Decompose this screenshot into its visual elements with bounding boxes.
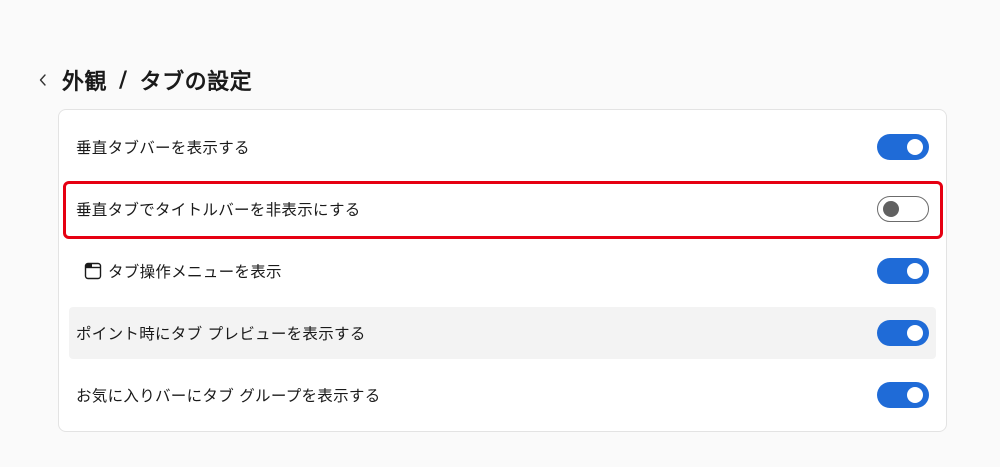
breadcrumb-current: タブの設定 — [139, 70, 253, 95]
setting-row-tab-actions-menu[interactable]: タブ操作メニューを表示 — [69, 245, 936, 297]
toggle-switch-on[interactable] — [877, 134, 929, 160]
setting-label: 垂直タブバーを表示する — [76, 139, 250, 157]
toggle-knob — [907, 263, 923, 279]
chevron-left-icon — [39, 74, 46, 86]
setting-label: お気に入りバーにタブ グループを表示する — [76, 387, 381, 405]
page-header: 外観 / タブの設定 — [34, 60, 252, 100]
toggle-knob — [883, 200, 899, 217]
breadcrumb-parent: 外観 — [62, 70, 108, 95]
settings-page: 外観 / タブの設定 垂直タブバーを表示する 垂直タブでタイトルバーを非表示にす… — [0, 0, 1000, 467]
page-title: 外観 / タブの設定 — [62, 64, 252, 96]
toggle-switch-on[interactable] — [877, 320, 929, 346]
toggle-knob — [907, 387, 923, 403]
toggle-knob — [907, 325, 923, 341]
tab-window-icon — [84, 262, 102, 280]
back-button[interactable] — [34, 68, 52, 92]
setting-row-tab-groups-favorites[interactable]: お気に入りバーにタブ グループを表示する — [69, 369, 936, 421]
setting-row-hide-title-bar[interactable]: 垂直タブでタイトルバーを非表示にする — [69, 183, 936, 235]
setting-label: タブ操作メニューを表示 — [108, 263, 282, 281]
setting-label: ポイント時にタブ プレビューを表示する — [76, 325, 366, 343]
toggle-switch-on[interactable] — [877, 258, 929, 284]
setting-label: 垂直タブでタイトルバーを非表示にする — [76, 201, 361, 219]
toggle-switch-off[interactable] — [877, 196, 929, 222]
settings-card: 垂直タブバーを表示する 垂直タブでタイトルバーを非表示にする タブ操作メニューを… — [58, 109, 947, 432]
setting-row-show-vertical-tabs[interactable]: 垂直タブバーを表示する — [69, 121, 936, 173]
setting-label-with-icon: タブ操作メニューを表示 — [76, 260, 282, 282]
toggle-knob — [907, 139, 923, 155]
breadcrumb-separator: / — [119, 67, 128, 93]
toggle-switch-on[interactable] — [877, 382, 929, 408]
setting-row-hover-preview[interactable]: ポイント時にタブ プレビューを表示する — [69, 307, 936, 359]
